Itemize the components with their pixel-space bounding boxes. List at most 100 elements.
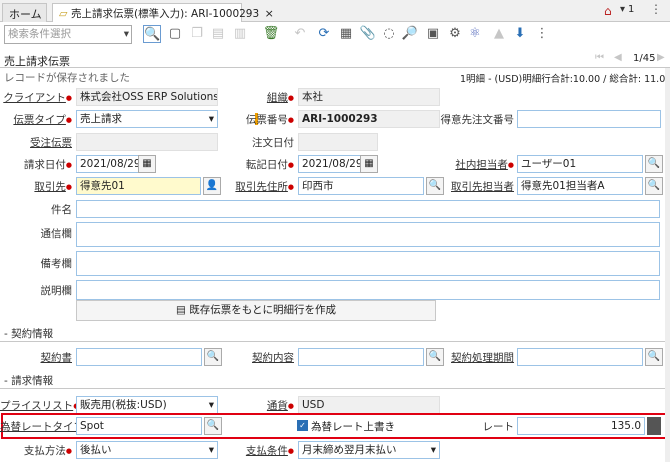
contract-input[interactable] <box>76 348 202 366</box>
attachment-icon[interactable]: 📎 <box>359 25 377 43</box>
tab-home-label: ホーム <box>9 8 42 21</box>
chevron-down-icon: ▾ <box>208 399 214 411</box>
doc-type-value: 売上請求 <box>80 113 122 125</box>
more-icon[interactable]: ⋮ <box>650 2 662 16</box>
payment-term-label[interactable]: 支払条件● <box>230 443 294 459</box>
payment-term-select[interactable]: 月末締め翌月末払い ▾ <box>298 441 440 459</box>
client-field: 株式会社OSS ERP Solutions <box>76 88 218 106</box>
payment-method-value: 後払い <box>80 444 112 456</box>
sales-rep-label[interactable]: 社内担当者● <box>440 157 514 173</box>
gear-icon[interactable]: ⚙ <box>446 25 464 43</box>
notes-textarea[interactable] <box>76 222 660 247</box>
rate-label: レート <box>482 421 515 433</box>
search-icon[interactable]: 🔍 <box>204 417 222 435</box>
client-label[interactable]: クライアント● <box>0 90 72 106</box>
subject-input[interactable] <box>76 200 660 218</box>
copy-lines-button[interactable]: ▤ 既存伝票をもとに明細行を作成 <box>76 300 436 321</box>
remarks-textarea[interactable] <box>76 251 660 276</box>
bp-contact-label[interactable]: 取引先担当者 <box>440 179 514 195</box>
refresh-icon[interactable]: ⟳ <box>315 25 333 43</box>
chevron-down-icon: ▾ <box>208 113 214 125</box>
copy-lines-label: 既存伝票をもとに明細行を作成 <box>189 304 337 316</box>
contract-label[interactable]: 契約書 <box>0 350 73 366</box>
summary-text: 1明細 - (USD)明細行合計:10.00 / 総合計: 11.00 = 1, <box>460 74 670 85</box>
org-label[interactable]: 組織● <box>230 90 294 106</box>
search-icon[interactable]: 🔍 <box>645 348 663 366</box>
arrow-down-icon[interactable]: ⬇ <box>511 25 529 43</box>
bpartner-input[interactable]: 得意先01 <box>76 177 201 195</box>
description-textarea[interactable] <box>76 280 660 300</box>
search-icon[interactable]: 🔍 <box>204 348 222 366</box>
new-record-icon[interactable]: ▢ <box>166 25 184 43</box>
more-actions-icon[interactable]: ⋮ <box>533 25 551 43</box>
calculator-icon[interactable] <box>647 417 661 435</box>
remarks-label: 備考欄 <box>40 258 73 270</box>
chat-icon[interactable]: ◌ <box>380 25 398 43</box>
payment-method-select[interactable]: 後払い ▾ <box>76 441 218 459</box>
bpartner-label[interactable]: 取引先● <box>0 179 72 195</box>
search-icon[interactable]: 🔍 <box>143 25 161 43</box>
undo-icon[interactable]: ↶ <box>291 25 309 43</box>
first-record-icon[interactable]: ⏮ <box>595 52 604 63</box>
cust-order-input[interactable] <box>517 110 661 128</box>
process-icon[interactable]: ⚛ <box>466 25 484 43</box>
copy-icon[interactable]: ❐ <box>188 25 206 43</box>
next-record-icon[interactable]: ▶ <box>657 52 665 63</box>
delete-icon[interactable]: 🗑 <box>262 25 280 43</box>
dropdown-arrow-icon[interactable]: ▾ <box>620 4 625 15</box>
rate-input[interactable]: 135.0 <box>517 417 645 435</box>
prev-record-icon[interactable]: ◀ <box>614 52 622 63</box>
section-invoice[interactable]: - 請求情報 <box>4 373 53 388</box>
contract-period-label[interactable]: 契約処理期間 <box>440 350 514 366</box>
org-field: 本社 <box>298 88 440 106</box>
calendar-icon[interactable]: ▦ <box>138 155 156 173</box>
contract-period-input[interactable] <box>517 348 643 366</box>
doc-type-label[interactable]: 伝票タイプ● <box>0 112 72 128</box>
divider <box>0 67 670 68</box>
sales-rep-input[interactable]: ユーザー01 <box>517 155 643 173</box>
payment-term-value: 月末締め翌月末払い <box>302 444 397 456</box>
search-select[interactable]: 検索条件選択 ▾ <box>4 25 132 44</box>
calendar-icon[interactable]: ▦ <box>360 155 378 173</box>
save-icon[interactable]: ▤ <box>209 25 227 43</box>
doc-no-field: ARI-1000293 <box>298 110 440 128</box>
save-new-icon[interactable]: ▥ <box>231 25 249 43</box>
search-placeholder: 検索条件選択 <box>8 28 71 40</box>
contract-content-input[interactable] <box>298 348 424 366</box>
posting-date-label: 転記日付● <box>245 159 294 171</box>
pricelist-value: 販売用(税抜:USD) <box>80 399 167 411</box>
pricelist-select[interactable]: 販売用(税抜:USD) ▾ <box>76 396 218 414</box>
home-icon[interactable]: ⌂ <box>604 4 618 18</box>
bp-location-label[interactable]: 取引先住所● <box>230 179 294 195</box>
bp-location-input[interactable]: 印西市 <box>298 177 424 195</box>
tab-invoice[interactable]: ▱ 売上請求伝票(標準入力): ARI-1000293 × <box>52 3 274 23</box>
find-icon[interactable]: ▦ <box>337 25 355 43</box>
arrow-up-icon[interactable]: ▲ <box>490 25 508 43</box>
bp-contact-input[interactable]: 得意先01担当者A <box>517 177 643 195</box>
zoom-icon[interactable]: 🔎 <box>401 25 419 43</box>
tab-close-icon[interactable]: × <box>265 7 274 20</box>
scrollbar[interactable] <box>665 68 670 462</box>
cust-order-label: 得意先注文番号 <box>440 114 515 126</box>
rate-override-label: 為替レート上書き <box>311 421 395 433</box>
rate-override-checkbox[interactable]: ✓ <box>297 420 308 431</box>
payment-method-label: 支払方法● <box>23 445 72 457</box>
notification-count[interactable]: 1 <box>628 4 634 15</box>
search-icon[interactable]: 🔍 <box>645 155 663 173</box>
section-contract[interactable]: - 契約情報 <box>4 326 53 341</box>
order-field <box>76 133 218 151</box>
doc-type-select[interactable]: 売上請求 ▾ <box>76 110 218 128</box>
search-icon[interactable]: 🔍 <box>645 177 663 195</box>
pricelist-label[interactable]: プライスリスト● <box>0 398 79 414</box>
rate-type-input[interactable]: Spot <box>76 417 202 435</box>
order-label[interactable]: 受注伝票 <box>0 135 72 151</box>
tab-home[interactable]: ホーム <box>2 3 47 22</box>
rate-type-label[interactable]: 為替レートタイプ <box>0 419 84 435</box>
order-date-label: 注文日付 <box>252 137 294 149</box>
person-icon[interactable]: 👤 <box>203 177 221 195</box>
currency-label[interactable]: 通貨● <box>230 398 294 414</box>
record-counter: 1/45 <box>633 53 656 64</box>
report-icon[interactable]: ▣ <box>424 25 442 43</box>
contract-content-label[interactable]: 契約内容 <box>230 350 294 366</box>
description-label: 説明欄 <box>40 285 73 297</box>
